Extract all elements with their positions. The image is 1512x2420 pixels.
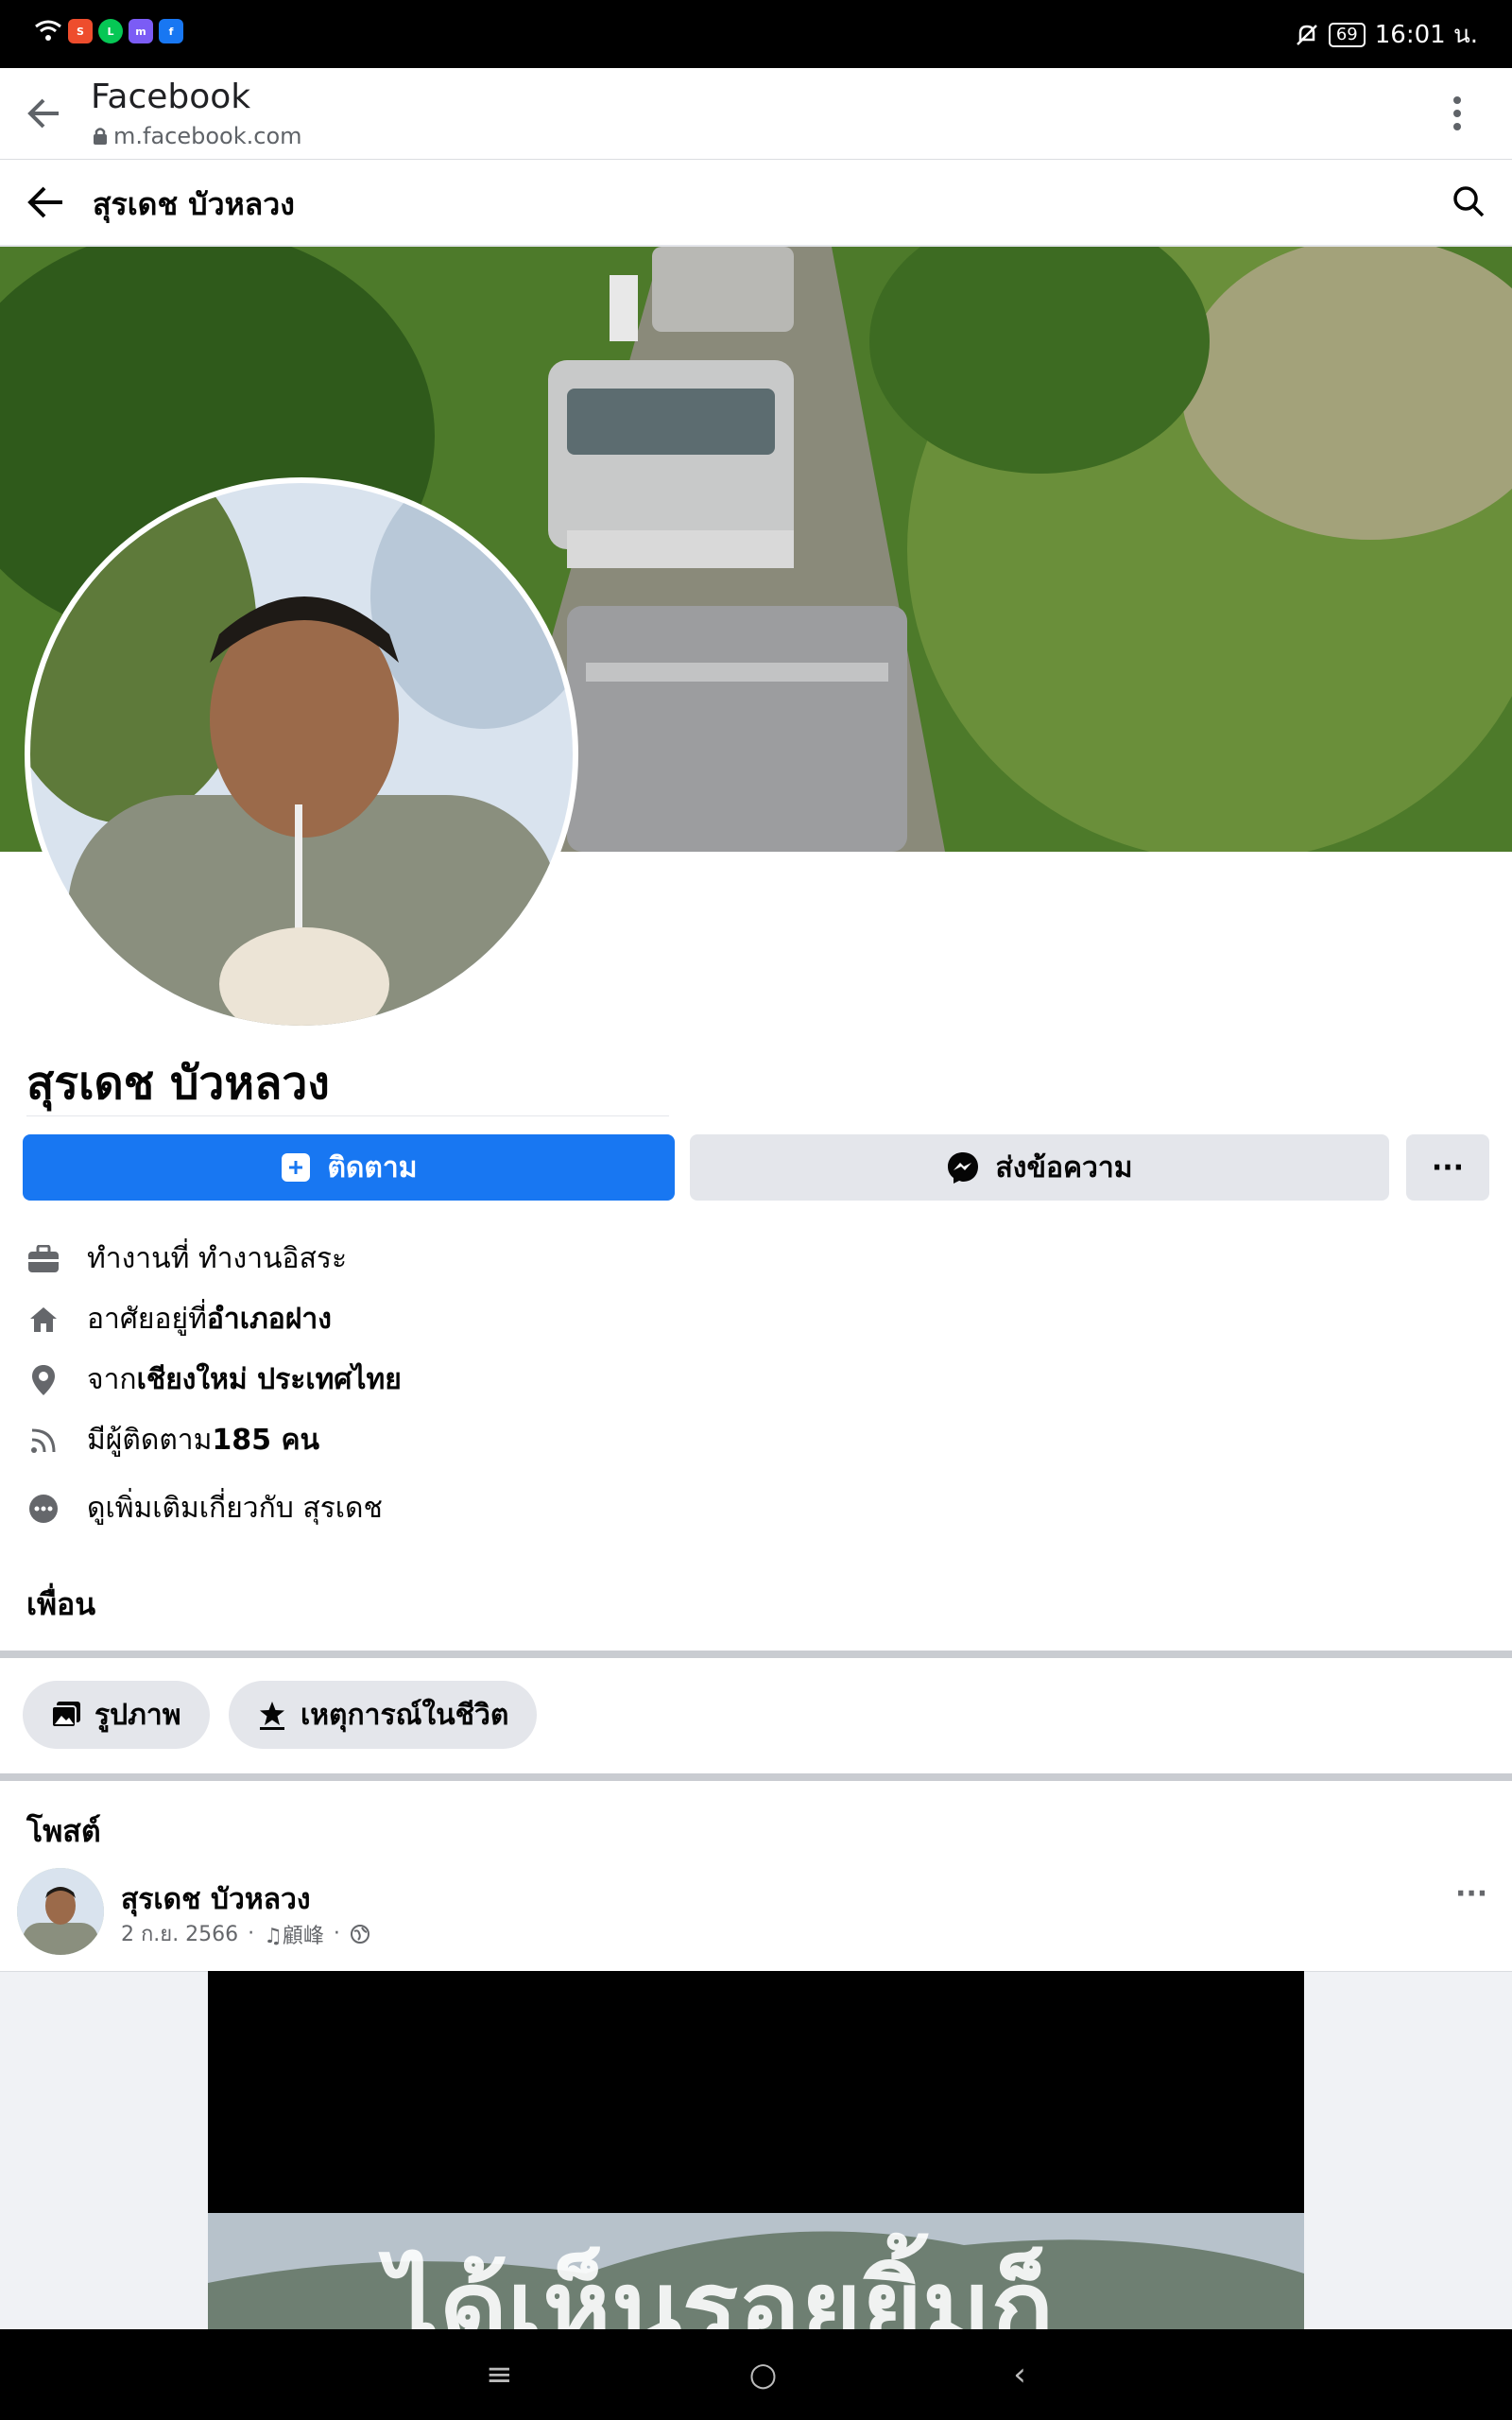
intro-lives: อาศัยอยู่ที่ อำเภอฝาง (26, 1297, 332, 1341)
messenger-icon (948, 1152, 979, 1184)
intro-see-more[interactable]: ดูเพิ่มเติมเกี่ยวกับ สุรเดช (26, 1486, 383, 1530)
browser-back-icon[interactable] (25, 96, 62, 130)
system-back-icon[interactable]: ‹ (1013, 2356, 1026, 2394)
tab-photos[interactable]: รูปภาพ (23, 1681, 210, 1749)
page-title: สุรเดช บัวหลวง (93, 186, 295, 222)
intro-followers: มีผู้ติดตาม 185 คน (26, 1418, 319, 1462)
facebook-icon: f (159, 19, 183, 43)
url-bar[interactable]: m.facebook.com (93, 123, 302, 149)
message-label: ส่งข้อความ (995, 1150, 1133, 1184)
globe-icon (350, 1924, 369, 1944)
home-icon (26, 1303, 60, 1337)
page-header: สุรเดช บัวหลวง (0, 160, 1512, 247)
divider (26, 1115, 669, 1116)
home-button-icon[interactable]: ○ (749, 2356, 778, 2394)
more-options-icon: ··· (1431, 1150, 1465, 1184)
message-button[interactable]: ส่งข้อความ (690, 1134, 1389, 1201)
battery-icon: 69 (1328, 22, 1366, 47)
photos-icon (51, 1702, 80, 1728)
post-music[interactable]: ♫顧峰 (264, 1919, 324, 1949)
intro-work: ทำงานที่ ทำงานอิสระ (26, 1236, 347, 1281)
line-icon: L (98, 19, 123, 43)
from-prefix: จาก (87, 1363, 137, 1396)
browser-bar: Facebook m.facebook.com (0, 68, 1512, 160)
avatar-image (30, 483, 573, 1026)
friends-heading: เพื่อน (26, 1586, 96, 1622)
meta-dot: · (333, 1922, 340, 1945)
follow-label: ติดตาม (327, 1150, 418, 1184)
messenger-icon: m (129, 19, 153, 43)
meta-dot: · (248, 1922, 255, 1945)
followers-count[interactable]: 185 คน (212, 1418, 319, 1462)
lock-icon (94, 128, 107, 145)
wifi-icon (35, 20, 61, 41)
system-nav-bar: ≡ ○ ‹ (0, 2329, 1512, 2420)
lives-prefix: อาศัยอยู่ที่ (87, 1303, 207, 1336)
post-meta: 2 ก.ย. 2566 · ♫顧峰 · (121, 1917, 370, 1950)
post-author-name[interactable]: สุรเดช บัวหลวง (121, 1877, 311, 1922)
rss-followers-icon (26, 1424, 60, 1458)
profile-name: สุรเดช บัวหลวง (26, 1057, 330, 1110)
profile-avatar[interactable] (25, 477, 578, 1031)
video-caption-text: ได้เห็นรอยยิ้มก็ (387, 2248, 1055, 2330)
tab-life-events[interactable]: เหตุการณ์ในชีวิต (229, 1681, 538, 1749)
section-separator (0, 1773, 1512, 1781)
bell-off-icon (1296, 24, 1317, 45)
location-pin-icon (26, 1363, 60, 1397)
clock: 16:01 น. (1374, 21, 1478, 49)
post-options-icon[interactable]: ··· (1455, 1877, 1487, 1910)
followers-prefix: มีผู้ติดตาม (87, 1424, 213, 1457)
tab-life-events-label: เหตุการณ์ในชีวิต (301, 1698, 509, 1732)
from-value[interactable]: เชียงใหม่ ประเทศไทย (137, 1357, 402, 1402)
follow-button[interactable]: ติดตาม (23, 1134, 675, 1201)
url-text: m.facebook.com (113, 123, 302, 149)
search-icon[interactable] (1452, 184, 1486, 218)
recent-apps-icon[interactable]: ≡ (486, 2356, 513, 2394)
more-dots-icon (26, 1492, 60, 1526)
add-follow-icon (282, 1153, 311, 1182)
intro-from: จาก เชียงใหม่ ประเทศไทย (26, 1357, 402, 1402)
status-right: 69 16:01 น. (1295, 15, 1478, 54)
tab-photos-label: รูปภาพ (94, 1698, 181, 1732)
briefcase-icon (26, 1242, 60, 1276)
see-more-text: ดูเพิ่มเติมเกี่ยวกับ สุรเดช (87, 1492, 383, 1525)
shopee-icon: S (68, 19, 93, 43)
post-author-avatar[interactable] (17, 1868, 104, 1955)
more-options-button[interactable]: ··· (1406, 1134, 1489, 1201)
back-arrow-icon[interactable] (25, 184, 66, 220)
work-text: ทำงานที่ ทำงานอิสระ (87, 1242, 348, 1275)
post-date[interactable]: 2 ก.ย. 2566 (121, 1917, 238, 1950)
posts-heading: โพสต์ (26, 1813, 101, 1849)
browser-menu-icon[interactable] (1452, 95, 1463, 132)
browser-title: Facebook (91, 78, 251, 116)
lives-value[interactable]: อำเภอฝาง (207, 1297, 332, 1341)
star-flag-icon (260, 1702, 284, 1730)
post-video[interactable]: ได้เห็นรอยยิ้มก็ (208, 1971, 1304, 2330)
section-separator (0, 1651, 1512, 1658)
status-bar: S L m f 69 16:01 น. (0, 0, 1512, 68)
notification-icons: S L m f (34, 19, 183, 43)
